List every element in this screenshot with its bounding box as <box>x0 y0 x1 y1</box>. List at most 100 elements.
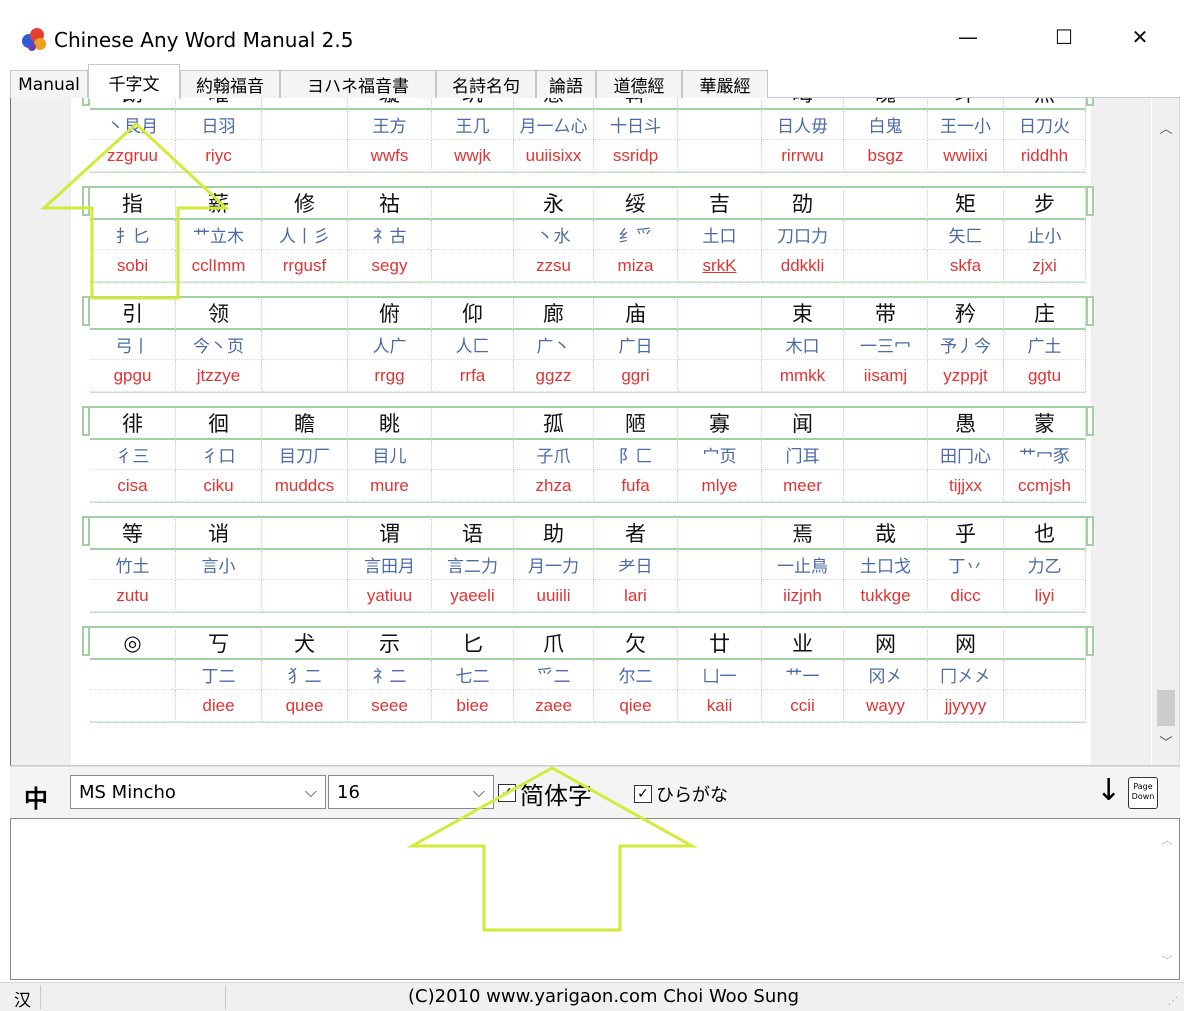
input-code-cell[interactable]: zjxi <box>1004 250 1086 282</box>
character-cell[interactable]: 矜 <box>928 296 1004 330</box>
page-down-button[interactable]: Page Down <box>1128 777 1158 809</box>
character-cell[interactable]: 俯 <box>348 296 432 330</box>
radical-cell[interactable]: 阝匚 <box>594 440 678 470</box>
tab-thousand-character-classic[interactable]: 千字文 <box>88 64 180 99</box>
hiragana-checkbox[interactable]: ✓ ひらがな <box>634 781 728 807</box>
character-cell[interactable] <box>432 406 514 440</box>
input-code-cell[interactable]: yatiuu <box>348 580 432 612</box>
radical-cell[interactable] <box>90 660 176 690</box>
character-cell[interactable]: 仰 <box>432 296 514 330</box>
character-cell[interactable]: 束 <box>762 296 844 330</box>
character-cell[interactable]: 矩 <box>928 186 1004 220</box>
input-code-cell[interactable]: rirrwu <box>762 140 844 172</box>
radical-cell[interactable] <box>262 110 348 140</box>
radical-cell[interactable]: 田冂心 <box>928 440 1004 470</box>
input-code-cell[interactable]: wayy <box>844 690 928 722</box>
character-cell[interactable] <box>1004 626 1086 660</box>
checkbox-checked-icon[interactable]: ✓ <box>498 784 516 802</box>
tab-famous-poems[interactable]: 名詩名句 <box>436 70 536 98</box>
radical-cell[interactable]: 弓丨 <box>90 330 176 360</box>
input-code-cell[interactable]: yaeeli <box>432 580 514 612</box>
input-code-cell[interactable]: rrfa <box>432 360 514 392</box>
character-cell[interactable] <box>844 406 928 440</box>
character-cell[interactable]: 寡 <box>678 406 762 440</box>
character-cell[interactable] <box>262 296 348 330</box>
simplified-chinese-checkbox[interactable]: ✓ 简体字 <box>498 777 592 810</box>
character-cell[interactable] <box>678 98 762 110</box>
input-code-cell[interactable]: ddkkli <box>762 250 844 282</box>
input-code-cell[interactable]: ccii <box>762 690 844 722</box>
radical-cell[interactable]: 竹土 <box>90 550 176 580</box>
input-code-cell[interactable]: rrgg <box>348 360 432 392</box>
radical-cell[interactable]: 礻古 <box>348 220 432 250</box>
radical-cell[interactable]: 子爪 <box>514 440 594 470</box>
input-code-cell[interactable]: lari <box>594 580 678 612</box>
input-code-cell[interactable]: srkK <box>678 250 762 282</box>
radical-cell[interactable]: 凵一 <box>678 660 762 690</box>
character-cell[interactable]: 示 <box>348 626 432 660</box>
input-code-cell[interactable]: uuiili <box>514 580 594 612</box>
character-cell[interactable]: 带 <box>844 296 928 330</box>
character-cell[interactable]: 环 <box>928 98 1004 110</box>
tab-tao-te-ching[interactable]: 道德經 <box>596 70 682 98</box>
radical-cell[interactable]: 言二力 <box>432 550 514 580</box>
font-size-select[interactable]: 16 ⌵ <box>328 775 494 809</box>
input-code-cell[interactable]: cclImm <box>176 250 262 282</box>
input-code-cell[interactable]: liyi <box>1004 580 1086 612</box>
input-code-cell[interactable]: zutu <box>90 580 176 612</box>
character-cell[interactable]: 玑 <box>432 98 514 110</box>
character-cell[interactable]: 欠 <box>594 626 678 660</box>
input-code-cell[interactable] <box>1004 690 1086 722</box>
input-code-cell[interactable]: meer <box>762 470 844 502</box>
input-code-cell[interactable]: mlye <box>678 470 762 502</box>
character-cell[interactable]: 廊 <box>514 296 594 330</box>
character-cell[interactable]: 晦 <box>762 98 844 110</box>
radical-cell[interactable] <box>432 440 514 470</box>
font-family-select[interactable]: MS Mincho ⌵ <box>70 775 326 809</box>
character-cell[interactable]: 徘 <box>90 406 176 440</box>
input-code-cell[interactable]: riddhh <box>1004 140 1086 172</box>
character-cell[interactable]: 也 <box>1004 516 1086 550</box>
radical-cell[interactable]: 日刀火 <box>1004 110 1086 140</box>
character-cell[interactable] <box>844 186 928 220</box>
character-cell[interactable]: 哉 <box>844 516 928 550</box>
character-cell[interactable] <box>678 516 762 550</box>
input-code-cell[interactable]: diee <box>176 690 262 722</box>
radical-cell[interactable]: 宀页 <box>678 440 762 470</box>
input-code-cell[interactable]: zhza <box>514 470 594 502</box>
tab-avatamsaka-sutra[interactable]: 華嚴經 <box>682 70 768 98</box>
radical-cell[interactable] <box>262 330 348 360</box>
radical-cell[interactable]: 今丶页 <box>176 330 262 360</box>
radical-cell[interactable]: 广日 <box>594 330 678 360</box>
input-code-cell[interactable]: ggri <box>594 360 678 392</box>
radical-cell[interactable]: 艹一 <box>762 660 844 690</box>
radical-cell[interactable]: 纟爫 <box>594 220 678 250</box>
close-button[interactable]: ✕ <box>1110 14 1170 60</box>
character-cell[interactable]: 业 <box>762 626 844 660</box>
input-code-cell[interactable]: ssridp <box>594 140 678 172</box>
radical-cell[interactable] <box>432 220 514 250</box>
input-code-cell[interactable]: tukkge <box>844 580 928 612</box>
input-code-cell[interactable]: rrgusf <box>262 250 348 282</box>
character-cell[interactable]: 绥 <box>594 186 678 220</box>
radical-cell[interactable]: 矢匚 <box>928 220 1004 250</box>
scroll-down-icon[interactable]: ﹀ <box>1152 732 1179 752</box>
character-cell[interactable]: 斡 <box>594 98 678 110</box>
character-cell[interactable]: 助 <box>514 516 594 550</box>
radical-cell[interactable]: 日人毋 <box>762 110 844 140</box>
input-code-cell[interactable] <box>844 250 928 282</box>
radical-cell[interactable]: 王一小 <box>928 110 1004 140</box>
radical-cell[interactable]: 止小 <box>1004 220 1086 250</box>
radical-cell[interactable]: 犭二 <box>262 660 348 690</box>
character-cell[interactable]: 蒙 <box>1004 406 1086 440</box>
radical-cell[interactable]: 人广 <box>348 330 432 360</box>
input-code-cell[interactable]: wwjk <box>432 140 514 172</box>
radical-cell[interactable]: 丶水 <box>514 220 594 250</box>
character-cell[interactable]: 修 <box>262 186 348 220</box>
input-code-cell[interactable]: quee <box>262 690 348 722</box>
character-cell[interactable]: 孤 <box>514 406 594 440</box>
input-code-cell[interactable] <box>432 250 514 282</box>
character-cell[interactable]: 犬 <box>262 626 348 660</box>
input-code-cell[interactable]: tijjxx <box>928 470 1004 502</box>
character-cell[interactable]: 劭 <box>762 186 844 220</box>
